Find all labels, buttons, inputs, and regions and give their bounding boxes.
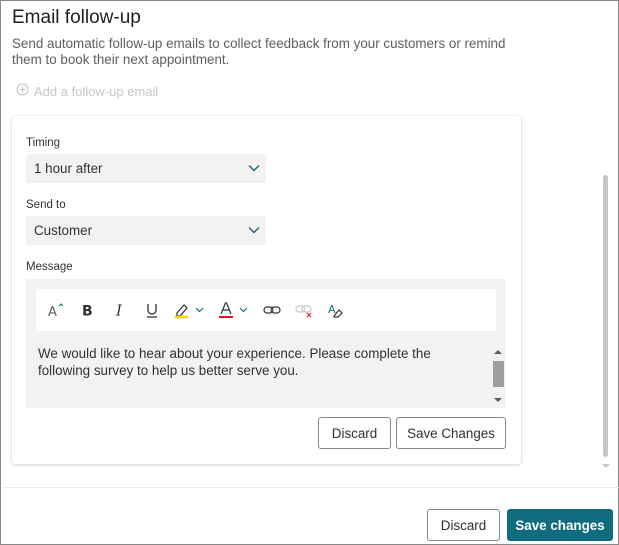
unlink-icon[interactable] [292,298,316,322]
scroll-down-icon[interactable] [494,397,502,403]
footer-save-changes-button[interactable]: Save changes [507,509,613,541]
chevron-down-icon [248,227,260,234]
underline-icon[interactable] [140,298,164,322]
panel-scroll-thumb[interactable] [603,175,608,457]
scroll-down-icon[interactable] [602,463,610,469]
scroll-up-icon[interactable] [494,349,502,355]
email-followup-panel: Email follow-up Send automatic follow-up… [0,0,619,545]
font-size-icon[interactable]: A [44,298,68,322]
italic-icon[interactable]: I [108,298,132,322]
panel-scrollbar[interactable] [601,119,611,475]
card-discard-button[interactable]: Discard [318,417,391,449]
svg-text:A: A [328,303,336,316]
timing-label: Timing [26,137,61,149]
clear-format-icon[interactable]: A [324,298,348,322]
panel-title: Email follow-up [12,7,141,28]
panel-description: Send automatic follow-up emails to colle… [12,36,506,67]
timing-value: 1 hour after [34,161,103,176]
sendto-dropdown[interactable]: Customer [26,216,266,245]
message-scrollbar[interactable] [492,345,504,406]
add-followup-link[interactable]: Add a follow-up email [16,83,158,99]
bold-icon[interactable]: B [76,298,100,322]
add-circle-icon [16,83,29,99]
footer-divider [2,487,619,488]
highlight-icon[interactable] [172,298,208,322]
font-color-icon[interactable] [216,298,252,322]
message-textarea[interactable]: We would like to hear about your experie… [38,346,478,379]
card-save-changes-button[interactable]: Save Changes [396,417,506,449]
svg-text:B: B [82,304,93,320]
sendto-label: Send to [26,199,66,211]
chevron-down-icon [248,165,260,172]
followup-card: Timing 1 hour after Send to Customer Mes… [12,116,521,464]
svg-text:I: I [115,302,123,320]
message-label: Message [26,261,73,273]
add-followup-label: Add a follow-up email [34,83,159,99]
svg-text:A: A [48,305,57,320]
timing-dropdown[interactable]: 1 hour after [26,154,266,183]
link-icon[interactable] [260,298,284,322]
scroll-thumb[interactable] [493,361,504,387]
message-editor: A B I A We would like to hear about your… [26,279,506,408]
footer-discard-button[interactable]: Discard [427,509,500,541]
format-toolbar: A B I A [36,289,496,331]
sendto-value: Customer [34,223,93,238]
